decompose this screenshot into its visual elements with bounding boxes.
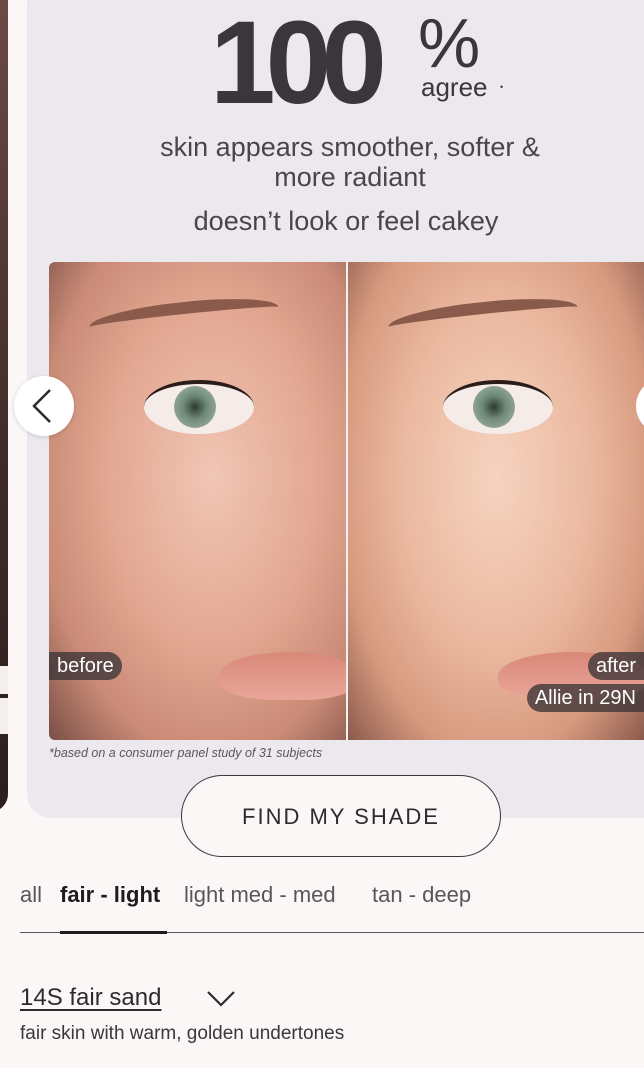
after-tag: after — [587, 652, 644, 680]
claim-primary: skin appears smoother, softer & more rad… — [0, 132, 644, 192]
eye — [144, 380, 254, 434]
before-tag: before — [49, 652, 122, 680]
carousel-prev-button[interactable] — [14, 376, 74, 436]
tab-light-med-med[interactable]: light med - med — [184, 882, 336, 908]
photo-divider — [346, 262, 348, 740]
claim-line-2: more radiant — [274, 162, 426, 192]
product-page: 100 % agree • skin appears smoother, sof… — [0, 0, 644, 1068]
find-my-shade-button[interactable]: FIND MY SHADE — [181, 775, 501, 857]
tab-fair-light[interactable]: fair - light — [60, 882, 160, 908]
previous-slide-strip — [0, 698, 8, 734]
lips — [219, 652, 346, 700]
tab-tan-deep[interactable]: tan - deep — [372, 882, 471, 908]
claim-secondary: doesn’t look or feel cakey — [193, 206, 499, 236]
claim-line-1: skin appears smoother, softer & — [160, 132, 540, 162]
previous-slide-strip — [0, 666, 8, 694]
footnote-mark: • — [500, 82, 504, 92]
stat-percent: % — [418, 4, 481, 82]
tab-all[interactable]: all — [20, 882, 42, 908]
chevron-left-icon — [32, 389, 51, 423]
stat-headline: 100 % agree • — [0, 0, 644, 129]
iris — [473, 386, 515, 428]
iris — [174, 386, 216, 428]
stat-agree-label: agree — [421, 72, 488, 102]
subject-tag: Allie in 29N — [526, 684, 644, 712]
shade-name-link[interactable]: 14S fair sand — [20, 984, 161, 1012]
eye — [443, 380, 553, 434]
stat-number: 100 — [210, 0, 387, 129]
study-footnote: *based on a consumer panel study of 31 s… — [49, 746, 323, 760]
eyebrow — [87, 292, 281, 342]
shade-filter-tabs: all fair - light light med - med tan - d… — [20, 880, 644, 934]
previous-slide-peek[interactable] — [0, 0, 8, 812]
chevron-down-icon[interactable] — [206, 990, 236, 1008]
active-tab-indicator — [60, 931, 167, 934]
shade-description: fair skin with warm, golden undertones — [20, 1023, 345, 1044]
eyebrow — [386, 292, 580, 342]
